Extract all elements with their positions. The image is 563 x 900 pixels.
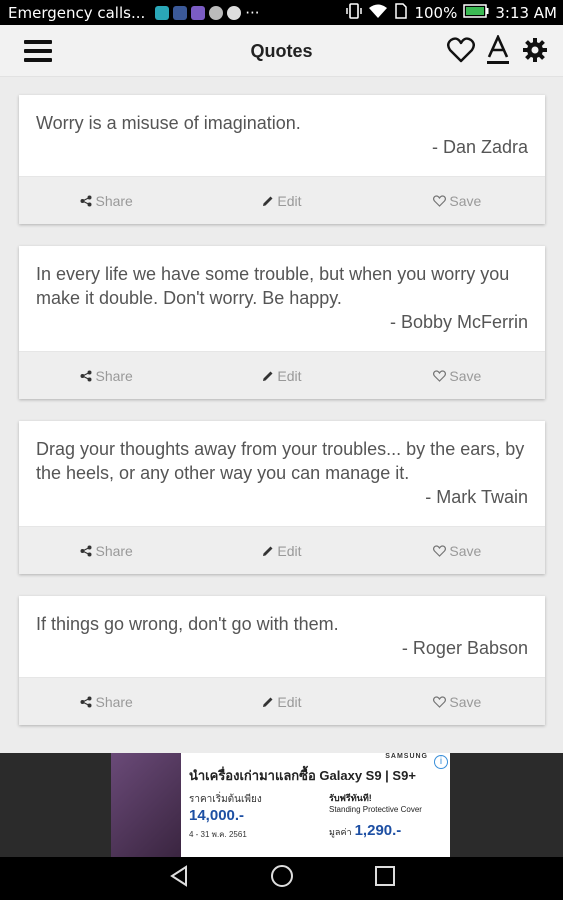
pencil-icon — [263, 546, 273, 556]
quote-text: If things go wrong, don't go with them. — [36, 614, 339, 634]
status-bar: Emergency calls... ··· 100% 3:13 AM — [0, 0, 563, 25]
edit-button[interactable]: Edit — [194, 694, 369, 710]
quote-text: In every life we have some trouble, but … — [36, 264, 510, 308]
quote-author: - Mark Twain — [425, 487, 528, 507]
quote-text: Drag your thoughts away from your troubl… — [36, 439, 525, 483]
recents-icon[interactable] — [374, 865, 396, 892]
ad-brand: SAMSUNG — [385, 753, 428, 760]
vibrate-icon — [346, 2, 363, 23]
ad-banner[interactable]: SAMSUNG i นำเครื่องเก่ามาแลกซื้อ Galaxy … — [0, 753, 563, 857]
share-icon — [80, 370, 92, 381]
edit-label: Edit — [277, 693, 302, 710]
system-nav-bar — [0, 857, 563, 900]
edit-button[interactable]: Edit — [194, 543, 369, 559]
save-label: Save — [449, 192, 482, 209]
share-icon — [80, 545, 92, 556]
share-label: Share — [95, 192, 133, 209]
edit-label: Edit — [277, 367, 302, 384]
save-button[interactable]: Save — [370, 694, 545, 710]
ad-creative[interactable]: SAMSUNG i นำเครื่องเก่ามาแลกซื้อ Galaxy … — [111, 753, 450, 857]
quote-card: In every life we have some trouble, but … — [19, 246, 545, 399]
settings-gear-icon[interactable] — [521, 36, 549, 69]
quote-card: Drag your thoughts away from your troubl… — [19, 421, 545, 574]
quote-author: - Roger Babson — [401, 638, 528, 658]
share-label: Share — [95, 367, 133, 384]
back-icon[interactable] — [168, 865, 190, 892]
more-notifications-icon: ··· — [245, 3, 260, 22]
quote-author: - Dan Zadra — [431, 137, 528, 157]
save-button[interactable]: Save — [370, 368, 545, 384]
heart-outline-icon — [433, 544, 447, 557]
share-label: Share — [95, 693, 133, 710]
app-notification-icon — [155, 5, 170, 20]
share-label: Share — [95, 542, 133, 559]
facebook-icon — [173, 5, 188, 20]
share-button[interactable]: Share — [19, 694, 194, 710]
pencil-icon — [263, 371, 273, 381]
quote-card: If things go wrong, don't go with them. … — [19, 596, 545, 725]
clock: 3:13 AM — [495, 3, 557, 22]
battery-icon — [463, 3, 489, 22]
share-button[interactable]: Share — [19, 368, 194, 384]
quote-card: Worry is a misuse of imagination. - Dan … — [19, 95, 545, 224]
edit-button[interactable]: Edit — [194, 193, 369, 209]
notification-text: Emergency calls... — [8, 3, 146, 22]
edit-button[interactable]: Edit — [194, 368, 369, 384]
quote-author: - Bobby McFerrin — [389, 312, 528, 332]
share-icon — [80, 195, 92, 206]
home-icon[interactable] — [270, 864, 294, 893]
quote-list: Worry is a misuse of imagination. - Dan … — [19, 95, 545, 747]
app-toolbar: Quotes — [0, 25, 563, 77]
share-button[interactable]: Share — [19, 543, 194, 559]
pencil-icon — [263, 196, 273, 206]
app-notification-icon — [191, 5, 206, 20]
save-button[interactable]: Save — [370, 543, 545, 559]
battery-percent: 100% — [414, 3, 458, 22]
ad-gift-value-label: มูลค่า — [329, 827, 352, 837]
quote-text: Worry is a misuse of imagination. — [36, 113, 301, 133]
wifi-icon — [368, 3, 388, 23]
share-icon — [80, 696, 92, 707]
ad-gift-title: รับฟรีทันที! — [329, 793, 372, 803]
app-notification-icon — [209, 5, 224, 20]
ad-gift-value: 1,290.- — [354, 822, 402, 839]
edit-label: Edit — [277, 542, 302, 559]
sim-icon — [394, 2, 408, 23]
favorites-heart-icon[interactable] — [447, 37, 475, 68]
font-settings-icon[interactable] — [485, 33, 511, 70]
heart-outline-icon — [433, 695, 447, 708]
save-label: Save — [449, 542, 482, 559]
ad-headline: นำเครื่องเก่ามาแลกซื้อ Galaxy S9 | S9+ — [189, 768, 416, 783]
heart-outline-icon — [433, 369, 447, 382]
save-label: Save — [449, 367, 482, 384]
ad-phone-image — [111, 753, 181, 857]
ad-gift-item: Standing Protective Cover — [329, 805, 422, 814]
edit-label: Edit — [277, 192, 302, 209]
save-button[interactable]: Save — [370, 193, 545, 209]
heart-outline-icon — [433, 194, 447, 207]
share-button[interactable]: Share — [19, 193, 194, 209]
pencil-icon — [263, 697, 273, 707]
chrome-icon — [227, 5, 242, 20]
save-label: Save — [449, 693, 482, 710]
